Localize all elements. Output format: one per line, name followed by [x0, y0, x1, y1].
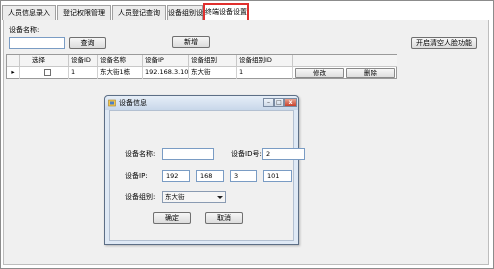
cancel-button[interactable]: 取消 [205, 212, 243, 224]
ip-octet-4[interactable] [263, 170, 292, 182]
minimize-icon[interactable]: – [263, 98, 274, 107]
device-name-search-input[interactable] [9, 37, 65, 49]
close-icon[interactable]: x [284, 98, 297, 107]
ip-octet-1[interactable] [162, 170, 190, 182]
dialog-device-ip-label: 设备IP: [125, 172, 148, 180]
cell-device-group[interactable]: 东大街 [189, 67, 237, 79]
confirm-button[interactable]: 确定 [153, 212, 191, 224]
tab-person-entry[interactable]: 人员信息录入 [2, 5, 56, 20]
tab-person-query[interactable]: 人员登记查询 [112, 5, 166, 20]
tab-label: 登记权限管理 [63, 9, 105, 17]
device-table: 选择 设备ID 设备名称 设备IP 设备组别 设备组别ID ▸ 1 东大街1栋 … [6, 54, 397, 79]
row-select-checkbox[interactable] [44, 69, 51, 76]
edit-row-button[interactable]: 修改 [295, 68, 344, 78]
dialog-device-group-label: 设备组别: [125, 193, 156, 201]
tab-label: 人员登记查询 [118, 9, 160, 17]
column-header-device-ip[interactable]: 设备IP [143, 55, 189, 67]
query-button[interactable]: 查询 [69, 37, 106, 49]
cell-device-name[interactable]: 东大街1栋 [98, 67, 143, 79]
dialog-body: 设备名称: 设备ID号: 设备IP: 设备组别: 东大街 确定 取消 [109, 110, 305, 241]
select-cell [20, 67, 69, 79]
cell-device-ip[interactable]: 192.168.3.101 [143, 67, 189, 79]
open-face-clear-button[interactable]: 开启清空人脸功能 [411, 37, 477, 49]
chevron-down-icon [217, 196, 223, 199]
ip-octet-3[interactable] [230, 170, 257, 182]
tab-device-group[interactable]: 设备组别设置 [167, 5, 210, 20]
selected-group-text: 东大街 [165, 193, 185, 201]
tab-label: 终端设备设置 [205, 8, 247, 16]
cell-device-id[interactable]: 1 [69, 67, 98, 79]
add-button[interactable]: 新增 [172, 36, 210, 48]
column-header-actions [293, 55, 397, 67]
ip-octet-2[interactable] [196, 170, 224, 182]
app-icon [108, 99, 116, 107]
tab-permission-manage[interactable]: 登记权限管理 [57, 5, 111, 20]
column-header-device-group-id[interactable]: 设备组别ID [237, 55, 293, 67]
dialog-title-bar[interactable]: 设备信息 – □ x [105, 96, 298, 110]
tab-bar: 人员信息录入 登记权限管理 人员登记查询 设备组别设置 终端设备设置 [2, 3, 490, 22]
column-header-device-id[interactable]: 设备ID [69, 55, 98, 67]
dialog-device-id-input[interactable] [262, 148, 305, 160]
dialog-device-id-label: 设备ID号: [231, 150, 262, 158]
dialog-device-group-select[interactable]: 东大街 [162, 191, 226, 203]
delete-row-button[interactable]: 删除 [346, 68, 395, 78]
maximize-icon[interactable]: □ [274, 98, 284, 107]
dialog-device-name-input[interactable] [162, 148, 214, 160]
column-header-device-group[interactable]: 设备组别 [189, 55, 237, 67]
column-header-select[interactable]: 选择 [20, 55, 69, 67]
tab-label: 人员信息录入 [8, 9, 50, 17]
dialog-title: 设备信息 [119, 99, 147, 107]
device-name-label: 设备名称: [9, 26, 40, 34]
cell-device-group-id[interactable]: 1 [237, 67, 293, 79]
dialog-device-name-label: 设备名称: [125, 150, 156, 158]
device-info-dialog: 设备信息 – □ x 设备名称: 设备ID号: 设备IP: 设备组别: 东大街 … [104, 95, 305, 245]
row-header-corner [7, 55, 20, 67]
row-selector-marker[interactable]: ▸ [7, 67, 20, 79]
column-header-device-name[interactable]: 设备名称 [98, 55, 143, 67]
